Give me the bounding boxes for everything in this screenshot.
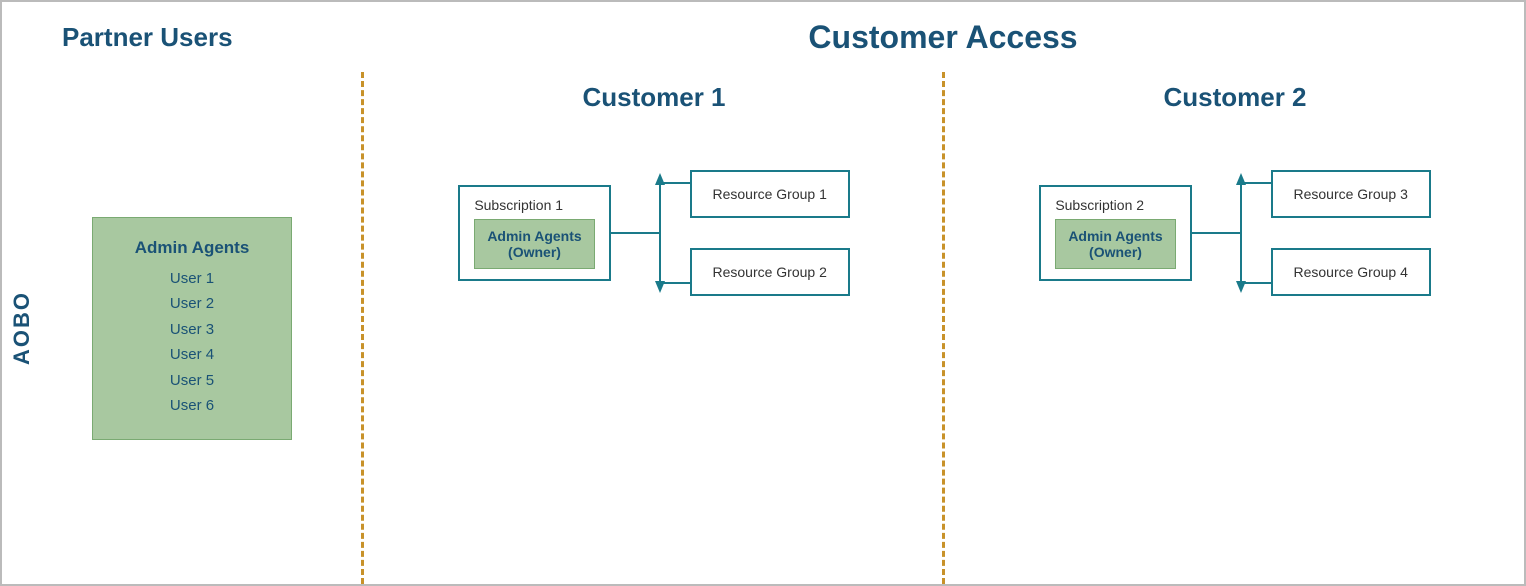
admin-owner-1-box: Admin Agents(Owner) [474,219,594,269]
subscription2-label: Subscription 2 [1055,197,1175,213]
dashed-separator-1 [362,72,365,584]
admin-agents-box: Admin Agents User 1 User 2 User 3 User 4… [92,217,292,440]
partner-section: Admin Agents User 1 User 2 User 3 User 4… [2,72,362,584]
resource-group-2-box: Resource Group 2 [690,248,850,296]
customer-access-title: Customer Access [808,19,1077,56]
admin-owner-2-box: Admin Agents(Owner) [1055,219,1175,269]
user-1: User 1 [123,266,261,292]
subscription1-box: Subscription 1 Admin Agents(Owner) [458,185,610,281]
user-5: User 5 [123,368,261,394]
partner-users-header: Partner Users [2,2,362,72]
subscription2-box: Subscription 2 Admin Agents(Owner) [1039,185,1191,281]
main-content: AOBO Admin Agents User 1 User 2 User 3 U… [2,72,1524,584]
resource-groups-1: Resource Group 1 Resource Group 2 [690,170,850,296]
user-4: User 4 [123,342,261,368]
resource-group-1-box: Resource Group 1 [690,170,850,218]
resource-group-3-box: Resource Group 3 [1271,170,1431,218]
customer2-title: Customer 2 [966,82,1504,113]
customer-access-header: Customer Access [362,2,1524,72]
connector-svg-2 [1191,153,1271,313]
user-3: User 3 [123,317,261,343]
aobo-label-container: AOBO [2,72,42,584]
diagram-container: Partner Users Customer Access AOBO Admin… [0,0,1526,586]
customer2-section: Customer 2 Subscription 2 Admin Agents(O… [946,72,1524,584]
customer1-title: Customer 1 [385,82,923,113]
customer1-section: Customer 1 Subscription 1 Admin Agents(O… [365,72,943,584]
dashed-separator-2 [943,72,946,584]
customer1-diagram: Subscription 1 Admin Agents(Owner) [385,133,923,333]
top-header: Partner Users Customer Access [2,2,1524,72]
user-2: User 2 [123,291,261,317]
aobo-label: AOBO [9,291,35,365]
subscription1-label: Subscription 1 [474,197,594,213]
customer2-diagram: Subscription 2 Admin Agents(Owner) [966,133,1504,333]
resource-group-4-box: Resource Group 4 [1271,248,1431,296]
user-6: User 6 [123,393,261,419]
partner-users-title: Partner Users [62,22,233,53]
resource-groups-2: Resource Group 3 Resource Group 4 [1271,170,1431,296]
connector-svg-1 [610,153,690,313]
admin-agents-box-title: Admin Agents [123,238,261,258]
